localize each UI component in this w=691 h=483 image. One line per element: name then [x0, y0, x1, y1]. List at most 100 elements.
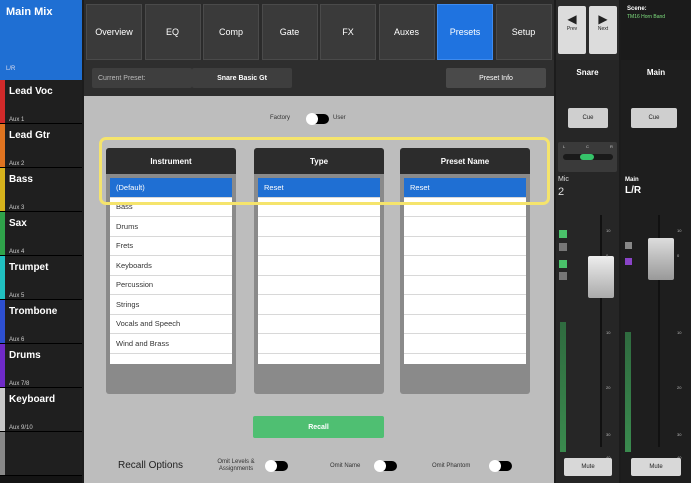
main-mix-sub: L/R — [6, 66, 16, 72]
user-label: User — [333, 115, 346, 121]
meter-led — [559, 272, 567, 280]
channel-strip: Snare Cue L C R Mic 2 10010203040 Mute — [556, 60, 619, 483]
meter-led — [559, 243, 567, 251]
list-item — [404, 217, 526, 237]
meter-led — [625, 258, 632, 265]
tab-presets[interactable]: Presets — [437, 4, 493, 60]
toggle-knob — [489, 460, 501, 472]
channel-cue-button[interactable]: Cue — [568, 108, 608, 128]
list-item[interactable]: Frets — [110, 237, 232, 256]
next-button[interactable]: ▶ Next — [589, 6, 617, 54]
mix-color-bar — [0, 124, 5, 167]
tab-gate[interactable]: Gate — [261, 4, 318, 60]
instrument-list: (Default) Bass Drums Frets Keyboards Percussi… — [110, 178, 232, 364]
list-item[interactable]: Keyboards — [110, 256, 232, 276]
omit-phantom-toggle[interactable] — [489, 460, 512, 472]
channel-fader[interactable] — [588, 256, 614, 298]
tab-auxes[interactable]: Auxes — [378, 4, 435, 60]
fader-scale-label: 10 — [606, 228, 611, 233]
list-item — [258, 217, 380, 237]
omit-phantom-label: Omit Phantom — [432, 463, 471, 469]
fader-scale-label: 10 — [677, 330, 682, 335]
list-item — [258, 276, 380, 295]
tab-eq[interactable]: EQ — [144, 4, 201, 60]
list-item — [258, 295, 380, 315]
channel-number: 2 — [558, 186, 565, 198]
list-item — [258, 237, 380, 256]
factory-user-toggle[interactable] — [306, 113, 329, 125]
mix-color-bar — [0, 212, 5, 255]
tab-comp[interactable]: Comp — [203, 4, 259, 60]
mix-color-bar — [0, 344, 5, 387]
meter-led — [559, 260, 567, 268]
tab-bar: Overview EQ Comp Gate FX Auxes Presets Setup — [84, 0, 554, 60]
current-preset-label: Current Preset: — [92, 68, 192, 88]
pan-r: R — [610, 144, 613, 149]
tab-setup[interactable]: Setup — [495, 4, 552, 60]
list-item[interactable]: Drums — [110, 217, 232, 237]
current-preset-value: Snare Basic Gt — [192, 68, 292, 88]
mix-name: Drums — [9, 350, 41, 361]
preset-name-list: Reset — [404, 178, 526, 364]
mix-name: Trombone — [9, 306, 58, 317]
tab-fx[interactable]: FX — [320, 4, 376, 60]
omit-levels-toggle[interactable] — [265, 460, 288, 472]
fader-scale-label: 10 — [677, 228, 682, 233]
mix-sub: Aux 1 — [9, 117, 25, 123]
main-strip-name: Main — [646, 68, 666, 77]
list-item[interactable]: Percussion — [110, 276, 232, 295]
list-item[interactable]: Strings — [110, 295, 232, 315]
meter-led — [625, 242, 632, 249]
channel-mute-button[interactable]: Mute — [564, 458, 612, 476]
main-mute-button[interactable]: Mute — [631, 458, 681, 476]
mix-name: Lead Voc — [9, 86, 53, 97]
prev-label: Prev — [566, 26, 578, 32]
prev-button[interactable]: ◀ Prev — [558, 6, 586, 54]
main-cue-button[interactable]: Cue — [631, 108, 677, 128]
next-label: Next — [597, 26, 609, 32]
type-list: Reset — [258, 178, 380, 364]
pan-c: C — [586, 144, 589, 149]
main-fader[interactable] — [648, 238, 674, 280]
list-item[interactable]: Vocals and Speech — [110, 315, 232, 334]
mix-color-bar — [0, 388, 5, 431]
fader-scale-label: 20 — [606, 385, 611, 390]
omit-name-toggle[interactable] — [374, 460, 397, 472]
fader-scale-label: 0 — [606, 253, 609, 258]
main-mix-button[interactable]: Main Mix L/R — [0, 0, 82, 80]
list-item[interactable]: Wind and Brass — [110, 334, 232, 354]
recall-button[interactable]: Recall — [253, 416, 384, 438]
channel-input: Mic — [558, 176, 569, 183]
mix-color-bar — [0, 300, 5, 343]
meter-led — [559, 230, 567, 238]
list-item — [404, 256, 526, 276]
fader-scale-label: 0 — [677, 253, 680, 258]
toggle-knob — [306, 113, 318, 125]
main-mix-title: Main Mix — [6, 6, 53, 18]
mix-item[interactable] — [0, 432, 82, 476]
list-item — [404, 276, 526, 295]
mix-sub: Aux 4 — [9, 249, 25, 255]
level-meter — [560, 322, 566, 452]
scene-name: TM16 Horn Band — [627, 14, 666, 20]
mix-color-bar — [0, 168, 5, 211]
fader-scale-label: 20 — [677, 385, 682, 390]
preset-info-button[interactable]: Preset Info — [446, 68, 546, 88]
preset-bar: Current Preset: Snare Basic Gt Preset In… — [84, 60, 554, 96]
nav-panel: ◀ Prev ▶ Next — [556, 0, 619, 60]
scene-display[interactable]: Scene: TM16 Horn Band — [621, 0, 691, 60]
list-item — [404, 334, 526, 354]
list-item — [258, 256, 380, 276]
mix-color-bar — [0, 256, 5, 299]
pan-control[interactable]: L C R — [558, 142, 617, 172]
mix-sub: Aux 3 — [9, 205, 25, 211]
mix-name: Bass — [9, 174, 33, 185]
mix-sidebar: Main Mix L/R Lead Voc Lead Gtr Bass Sax Trum… — [0, 0, 82, 483]
main-strip: Main Cue Main L/R 10010203040 Mute — [621, 60, 691, 483]
omit-levels-label: Omit Levels & Assignments — [217, 459, 255, 472]
mix-sub: Aux 2 — [9, 161, 25, 167]
fader-scale-label: 30 — [677, 432, 682, 437]
list-item — [404, 295, 526, 315]
list-item — [258, 315, 380, 334]
tab-overview[interactable]: Overview — [86, 4, 142, 60]
